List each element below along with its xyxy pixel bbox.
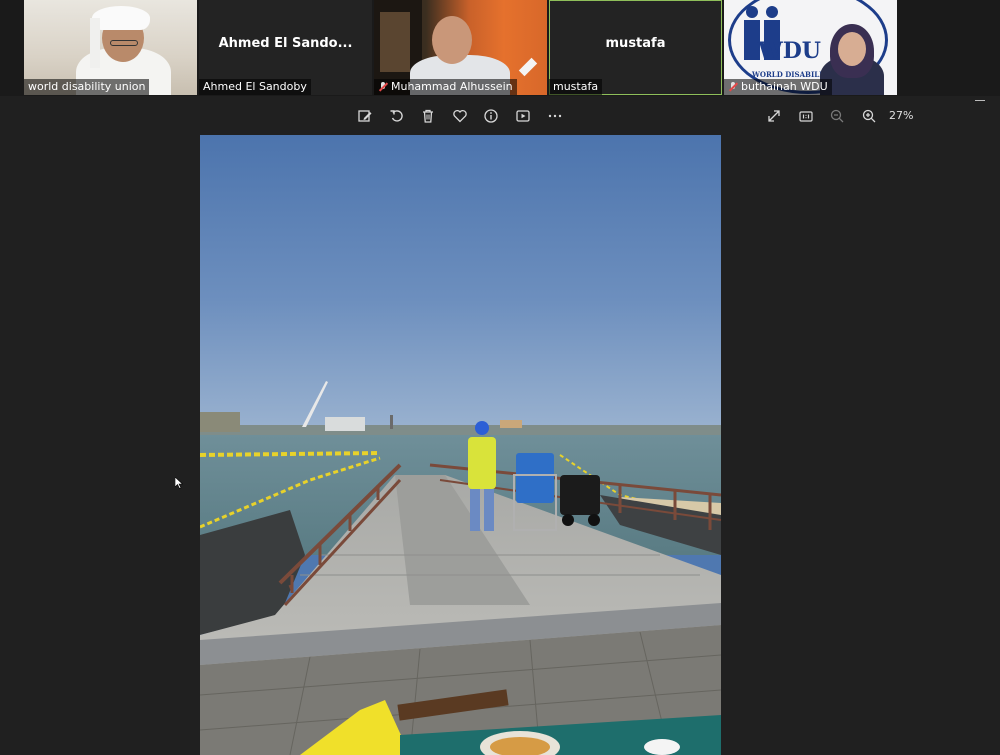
logo-text: WDU (758, 38, 821, 64)
participant-strip: world disability union Ahmed El Sando...… (0, 0, 1000, 96)
displayed-photo[interactable] (200, 135, 721, 755)
more-icon[interactable] (547, 108, 563, 124)
participant-name: buthainah WDU (724, 79, 832, 95)
heart-icon[interactable] (452, 108, 468, 124)
actual-size-icon[interactable] (798, 108, 814, 124)
zoom-in-icon[interactable] (861, 108, 877, 124)
photo-viewer-window: world disability union Ahmed El Sando...… (0, 0, 1000, 755)
participant-name: Muhammad Alhussein (374, 79, 517, 95)
mic-muted-icon (378, 82, 388, 92)
participant-tile-ahmed-el-sandoby[interactable]: Ahmed El Sando... Ahmed El Sandoby (199, 0, 372, 95)
participant-name: Ahmed El Sandoby (199, 79, 311, 95)
slideshow-icon[interactable] (515, 108, 531, 124)
participant-name: mustafa (549, 79, 603, 95)
participant-tile-world-disability-union[interactable]: world disability union (24, 0, 197, 95)
participant-placeholder-name: mustafa (605, 36, 666, 51)
mic-muted-icon (728, 82, 738, 92)
delete-icon[interactable] (420, 108, 436, 124)
mouse-cursor-icon (175, 477, 183, 489)
info-icon[interactable] (483, 108, 499, 124)
participant-placeholder-name: Ahmed El Sando... (218, 36, 353, 51)
image-viewer-toolbar: 27% (0, 100, 1000, 132)
zoom-level: 27% (889, 109, 914, 122)
participant-tile-muhammad-alhussein[interactable]: Muhammad Alhussein (374, 0, 547, 95)
fullscreen-icon[interactable] (766, 108, 782, 124)
pier-photo (200, 135, 721, 755)
minimize-button[interactable] (975, 100, 985, 101)
zoom-out-icon[interactable] (829, 108, 845, 124)
rotate-icon[interactable] (389, 108, 405, 124)
edit-icon[interactable] (357, 108, 373, 124)
participant-tile-buthainah-wdu[interactable]: WDU WORLD DISABILITY buthainah WDU (724, 0, 897, 95)
participant-name: world disability union (24, 79, 150, 95)
participant-tile-mustafa[interactable]: mustafa mustafa (549, 0, 722, 95)
